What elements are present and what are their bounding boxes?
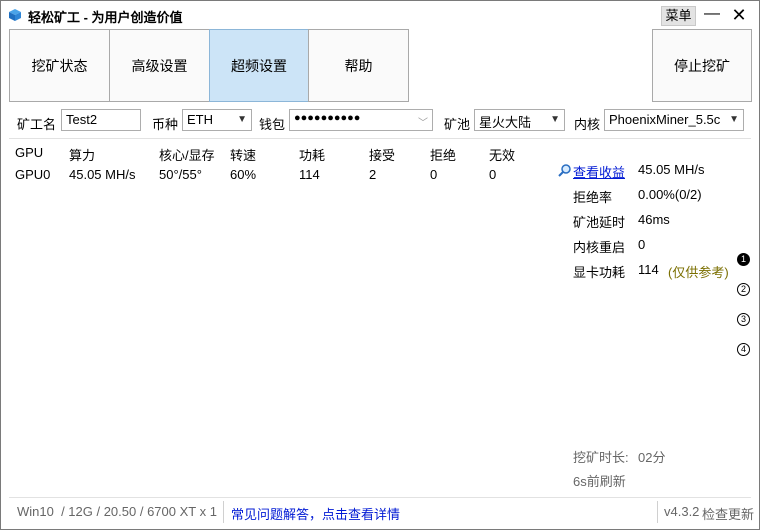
table-cell: 2 — [369, 167, 377, 182]
mining-time-value: 02分 — [638, 450, 666, 465]
wallet-select-value: ●●●●●●●●●● — [294, 112, 361, 124]
tab-help[interactable]: 帮助 — [308, 29, 409, 102]
main-window: 轻松矿工 - 为用户创造价值 菜单 — ✕ 挖矿状态 高级设置 超频设置 帮助 … — [0, 0, 760, 530]
coin-select[interactable]: ETH ▼ — [182, 109, 252, 131]
title-bar: 轻松矿工 - 为用户创造价值 菜单 — ✕ — [1, 1, 759, 29]
column-header: 拒绝 — [430, 148, 457, 163]
kernel-restart-label: 内核重启 — [573, 240, 626, 255]
gpu-power-note: (仅供参考) — [668, 265, 729, 280]
footer-separator — [657, 501, 658, 523]
pool-latency-label: 矿池延时 — [573, 215, 626, 230]
divider — [9, 138, 751, 139]
kernel-select[interactable]: PhoenixMiner_5.5c ▼ — [604, 109, 744, 131]
column-header: GPU — [15, 145, 44, 160]
wallet-label: 钱包 — [259, 117, 286, 132]
page-indicator-3[interactable]: 3 — [737, 313, 750, 326]
table-cell: 0 — [489, 167, 497, 182]
gpu-power-value: 114 — [638, 262, 659, 277]
column-header: 核心/显存 — [159, 148, 215, 163]
tab-mining-status[interactable]: 挖矿状态 — [9, 29, 110, 102]
chevron-down-icon: ▼ — [237, 114, 247, 125]
version-label: v4.3.2 — [664, 504, 700, 519]
column-header: 接受 — [369, 148, 396, 163]
gpu-power-label: 显卡功耗 — [573, 265, 626, 280]
page-indicator-2[interactable]: 2 — [737, 283, 750, 296]
search-icon — [558, 164, 571, 177]
hashrate-value: 45.05 MH/s — [638, 162, 705, 177]
reject-rate-value: 0.00%(0/2) — [638, 187, 702, 202]
table-cell: 50°/55° — [159, 167, 202, 182]
kernel-select-value: PhoenixMiner_5.5c — [609, 112, 721, 127]
table-cell: 45.05 MH/s — [69, 167, 136, 182]
coin-select-value: ETH — [187, 112, 213, 127]
chevron-down-icon: ▼ — [550, 114, 560, 125]
app-logo-icon — [9, 9, 21, 21]
tab-advanced-settings[interactable]: 高级设置 — [109, 29, 210, 102]
table-cell: GPU0 — [15, 167, 51, 182]
footer-separator — [223, 501, 224, 523]
pool-select-value: 星火大陆 — [479, 115, 532, 130]
coin-label: 币种 — [152, 117, 179, 132]
check-update-link[interactable]: 检查更新 — [702, 504, 754, 523]
system-info: Win10 / 12G / 20.50 / 6700 XT x 1 — [17, 504, 217, 519]
miner-name-label: 矿工名 — [17, 117, 57, 132]
chevron-down-icon: ﹀ — [418, 118, 428, 129]
mining-time-label: 挖矿时长: — [573, 450, 629, 465]
pool-select[interactable]: 星火大陆 ▼ — [474, 109, 565, 131]
refresh-status: 6s前刷新 — [573, 474, 626, 489]
close-button[interactable]: ✕ — [727, 5, 751, 25]
table-cell: 114 — [299, 167, 320, 182]
faq-link[interactable]: 常见问题解答，点击查看详情 — [231, 504, 400, 523]
column-header: 转速 — [230, 148, 257, 163]
page-indicator-1[interactable]: 1 — [737, 253, 750, 266]
tab-overclock-settings[interactable]: 超频设置 — [209, 29, 309, 102]
window-title: 轻松矿工 - 为用户创造价值 — [28, 10, 183, 25]
miner-name-input[interactable]: Test2 — [61, 109, 141, 131]
wallet-select[interactable]: ●●●●●●●●●● ﹀ — [289, 109, 433, 131]
view-earnings-link[interactable]: 查看收益 — [573, 162, 625, 181]
page-indicator-4[interactable]: 4 — [737, 343, 750, 356]
column-header: 算力 — [69, 148, 96, 163]
column-header: 功耗 — [299, 148, 326, 163]
pool-latency-value: 46ms — [638, 212, 670, 227]
column-header: 无效 — [489, 148, 516, 163]
minimize-button[interactable]: — — [700, 5, 724, 25]
footer-divider — [9, 497, 751, 498]
kernel-label: 内核 — [574, 117, 601, 132]
pool-label: 矿池 — [444, 117, 471, 132]
table-cell: 0 — [430, 167, 438, 182]
table-cell: 60% — [230, 167, 257, 182]
kernel-restart-value: 0 — [638, 237, 646, 252]
stop-mining-button[interactable]: 停止挖矿 — [652, 29, 752, 102]
menu-button[interactable]: 菜单 — [661, 6, 696, 26]
chevron-down-icon: ▼ — [729, 114, 739, 125]
reject-rate-label: 拒绝率 — [573, 190, 613, 205]
